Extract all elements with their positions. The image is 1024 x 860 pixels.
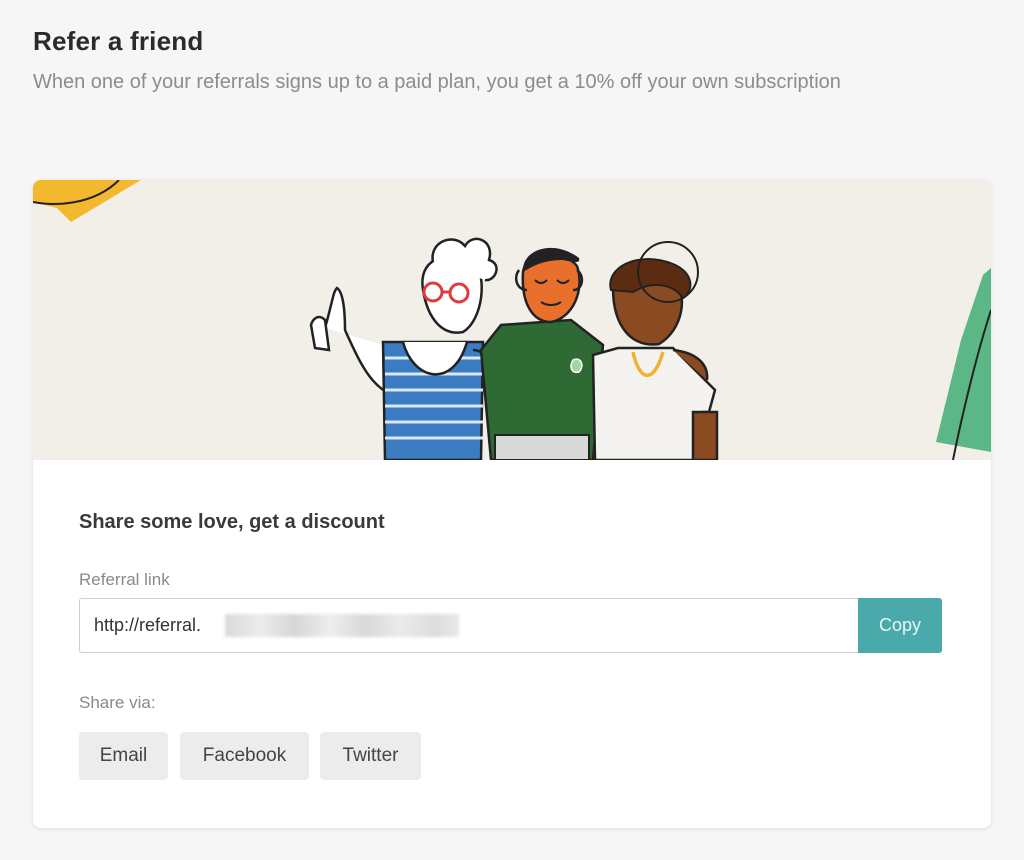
- referral-link-label: Referral link: [79, 570, 170, 589]
- share-twitter-button[interactable]: Twitter: [320, 732, 421, 780]
- page-title: Refer a friend: [33, 26, 204, 56]
- person-left: [309, 237, 498, 460]
- referral-card: Share some love, get a discount Referral…: [33, 180, 991, 828]
- share-via-label: Share via:: [79, 693, 156, 712]
- yellow-shape: [33, 180, 141, 222]
- person-right: [591, 241, 719, 460]
- friends-illustration: [33, 180, 991, 460]
- share-facebook-button[interactable]: Facebook: [180, 732, 309, 780]
- card-body: Share some love, get a discount Referral…: [33, 460, 991, 828]
- person-middle: [479, 247, 605, 460]
- referral-page: Refer a friend When one of your referral…: [0, 0, 1024, 860]
- green-shape: [936, 268, 991, 452]
- section-heading: Share some love, get a discount: [79, 511, 385, 533]
- share-email-button[interactable]: Email: [79, 732, 168, 780]
- page-subtitle: When one of your referrals signs up to a…: [33, 71, 841, 93]
- redacted-link-portion: [225, 614, 459, 637]
- referral-link-input[interactable]: [79, 598, 859, 653]
- hero-illustration: [33, 180, 991, 460]
- copy-button[interactable]: Copy: [858, 598, 942, 653]
